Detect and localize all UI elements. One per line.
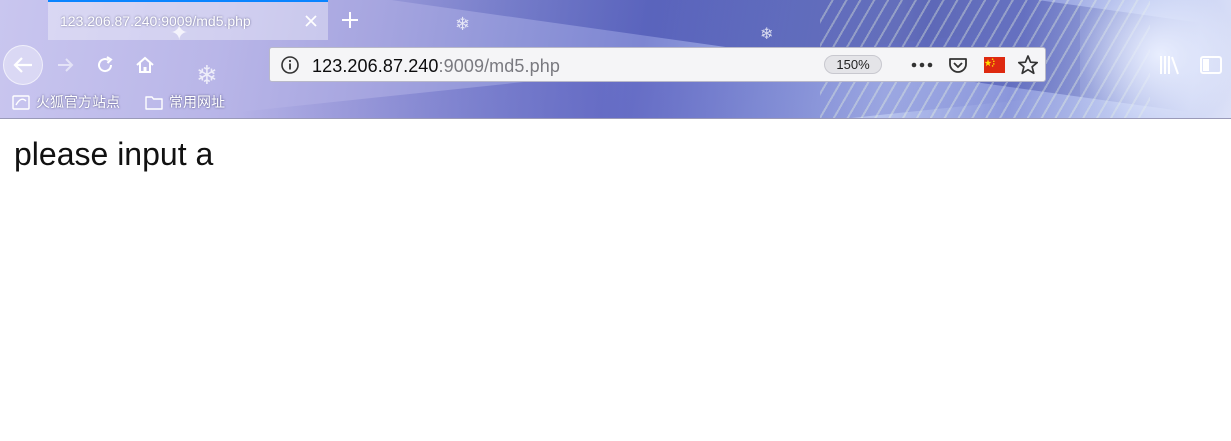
snowflake-icon: ❄ bbox=[760, 26, 774, 43]
bookmark-item[interactable]: 火狐官方站点 bbox=[12, 92, 120, 112]
url-text[interactable]: 123.206.87.240:9009/md5.php bbox=[312, 56, 560, 77]
sidebar-icon bbox=[1200, 56, 1222, 74]
bookmark-star-button[interactable] bbox=[1016, 54, 1040, 76]
page-content: please input a bbox=[0, 119, 1231, 441]
close-icon[interactable] bbox=[300, 10, 322, 32]
back-button[interactable] bbox=[3, 45, 43, 85]
home-icon bbox=[136, 56, 154, 73]
info-icon[interactable] bbox=[280, 55, 300, 75]
page-actions-button[interactable] bbox=[910, 54, 934, 76]
reload-button[interactable] bbox=[85, 45, 125, 85]
pocket-button[interactable] bbox=[946, 54, 970, 76]
folder-icon bbox=[145, 95, 163, 110]
tab-active[interactable]: 123.206.87.240:9009/md5.php bbox=[48, 0, 328, 40]
firefox-icon bbox=[12, 95, 30, 110]
more-dots-icon bbox=[911, 62, 933, 68]
zoom-level-badge[interactable]: 150% bbox=[824, 55, 882, 74]
plus-icon bbox=[342, 12, 358, 28]
forward-button[interactable] bbox=[46, 45, 86, 85]
browser-chrome: ✦ ❄ ❄ ❄ 123.206.87.240:9009/md5.php 123.… bbox=[0, 0, 1231, 119]
url-host: 123.206.87.240 bbox=[312, 56, 439, 76]
snowflake-icon: ❄ bbox=[196, 60, 218, 90]
bookmark-label: 常用网址 bbox=[169, 94, 225, 110]
home-button[interactable] bbox=[125, 45, 165, 85]
new-tab-button[interactable] bbox=[336, 6, 364, 34]
china-flag-icon[interactable] bbox=[982, 54, 1006, 76]
url-path: :9009/md5.php bbox=[438, 56, 560, 76]
snowflake-icon: ❄ bbox=[455, 14, 471, 34]
url-bar[interactable]: 123.206.87.240:9009/md5.php 150% bbox=[269, 47, 1046, 82]
pocket-icon bbox=[949, 58, 967, 73]
sidebar-button[interactable] bbox=[1198, 52, 1224, 78]
library-icon bbox=[1160, 56, 1179, 75]
bookmark-label: 火狐官方站点 bbox=[36, 94, 120, 110]
tab-title: 123.206.87.240:9009/md5.php bbox=[60, 13, 251, 29]
page-message: please input a bbox=[14, 136, 214, 172]
library-button[interactable] bbox=[1157, 52, 1183, 78]
reload-icon bbox=[98, 56, 113, 73]
arrow-right-icon bbox=[58, 58, 74, 72]
bookmark-folder[interactable]: 常用网址 bbox=[145, 92, 225, 112]
star-icon bbox=[1017, 55, 1039, 75]
arrow-left-icon bbox=[13, 57, 32, 73]
